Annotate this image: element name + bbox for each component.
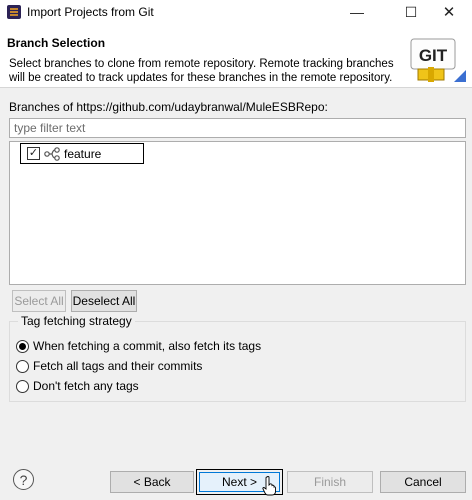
cancel-button[interactable]: Cancel <box>380 471 466 493</box>
branch-filter-input[interactable] <box>9 118 466 138</box>
page-title: Branch Selection <box>7 36 106 50</box>
help-icon[interactable]: ? <box>13 469 34 490</box>
branch-label: feature <box>64 146 102 161</box>
radio-label: When fetching a commit, also fetch its t… <box>33 339 262 353</box>
close-button[interactable]: ✕ <box>426 0 472 24</box>
next-label: Next > <box>221 475 257 489</box>
radio-label: Don't fetch any tags <box>33 379 139 393</box>
radio-no-tags[interactable]: Don't fetch any tags <box>16 379 139 393</box>
select-all-button[interactable]: Select All <box>12 290 66 312</box>
window-title: Import Projects from Git <box>27 5 154 19</box>
radio-button[interactable] <box>16 339 29 353</box>
back-button[interactable]: < Back <box>110 471 194 493</box>
deselect-all-button[interactable]: Deselect All <box>71 290 137 312</box>
branch-icon <box>44 146 60 161</box>
branch-item-feature[interactable]: ✓ feature <box>20 143 144 164</box>
back-label: < Back <box>133 475 171 489</box>
radio-fetch-all-tags[interactable]: Fetch all tags and their commits <box>16 359 202 373</box>
radio-button[interactable] <box>16 379 29 393</box>
minimize-button[interactable]: — <box>334 0 380 24</box>
git-banner-text: GIT <box>419 46 448 65</box>
finish-button[interactable]: Finish <box>287 471 373 493</box>
deselect-all-label: Deselect All <box>72 294 136 308</box>
eclipse-icon <box>7 5 21 19</box>
select-all-label: Select All <box>14 294 64 308</box>
cancel-label: Cancel <box>404 475 442 489</box>
page-description: Select branches to clone from remote rep… <box>9 58 394 84</box>
branch-list[interactable]: ✓ feature <box>9 141 466 285</box>
hand-cursor-icon <box>262 476 276 496</box>
wizard-header: Branch Selection Select branches to clon… <box>0 24 472 88</box>
finish-label: Finish <box>313 475 346 489</box>
git-banner-icon: GIT <box>410 38 466 82</box>
tag-fetching-title: Tag fetching strategy <box>18 314 135 328</box>
tag-fetching-group: Tag fetching strategy When fetching a co… <box>9 314 466 402</box>
radio-selected-dot <box>19 342 26 350</box>
radio-label: Fetch all tags and their commits <box>33 359 203 373</box>
radio-fetch-commit-tags[interactable]: When fetching a commit, also fetch its t… <box>16 339 261 353</box>
branch-checkbox[interactable]: ✓ <box>27 147 40 160</box>
radio-button[interactable] <box>16 359 29 373</box>
branches-label: Branches of https://github.com/udaybranw… <box>9 100 328 114</box>
title-bar: Import Projects from Git — ☐ ✕ <box>0 0 472 24</box>
